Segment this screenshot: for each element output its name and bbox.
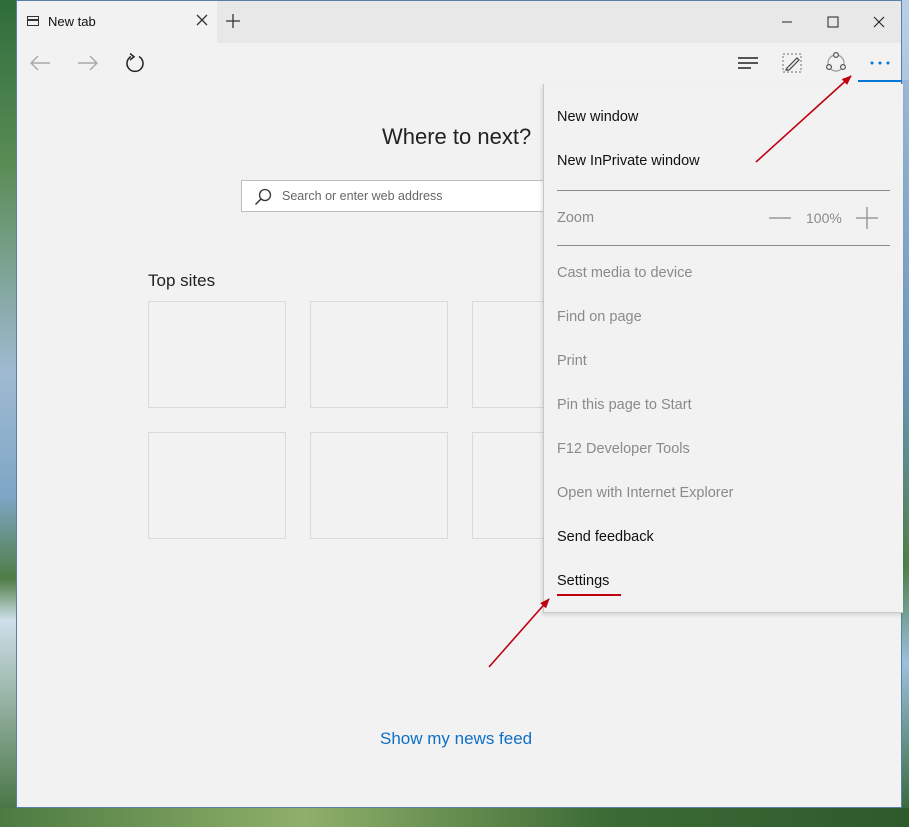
plus-icon	[856, 207, 878, 229]
hub-icon	[738, 57, 758, 69]
close-window-button[interactable]	[856, 1, 902, 43]
zoom-level: 100%	[806, 210, 842, 226]
menu-item-find-on-page[interactable]: Find on page	[557, 309, 642, 325]
plus-icon	[226, 14, 240, 28]
page-title: Where to next?	[382, 124, 532, 149]
web-note-button[interactable]	[777, 49, 807, 77]
close-icon	[196, 14, 208, 26]
web-note-icon	[782, 53, 802, 73]
maximize-icon	[827, 16, 839, 28]
close-tab-button[interactable]	[192, 11, 212, 31]
more-button[interactable]	[865, 49, 895, 77]
tab-title: New tab	[48, 14, 96, 29]
menu-item-new-window[interactable]: New window	[557, 109, 638, 125]
more-actions-menu: New window New InPrivate window Zoom 100…	[543, 84, 903, 613]
close-icon	[873, 16, 885, 28]
share-icon	[825, 52, 847, 72]
share-button[interactable]	[821, 49, 851, 77]
new-tab-button[interactable]	[223, 11, 243, 31]
tab-new-tab[interactable]: New tab	[17, 1, 217, 43]
show-news-feed-link[interactable]: Show my news feed	[380, 729, 532, 749]
menu-divider	[557, 190, 890, 191]
search-box[interactable]	[241, 180, 561, 212]
settings-annotation-underline	[557, 594, 621, 596]
top-site-tile[interactable]	[148, 432, 286, 539]
refresh-icon	[126, 53, 144, 73]
more-icon	[870, 61, 890, 65]
menu-item-developer-tools[interactable]: F12 Developer Tools	[557, 441, 690, 457]
desktop-wallpaper-bottom	[0, 808, 909, 827]
forward-icon	[78, 55, 98, 71]
zoom-in-button[interactable]	[856, 207, 878, 229]
menu-item-send-feedback[interactable]: Send feedback	[557, 529, 654, 545]
minimize-button[interactable]	[764, 1, 810, 43]
top-site-tile[interactable]	[148, 301, 286, 408]
desktop-wallpaper-left	[0, 0, 16, 827]
minus-icon	[769, 217, 791, 219]
top-site-tile[interactable]	[310, 432, 448, 539]
menu-item-print[interactable]: Print	[557, 353, 587, 369]
menu-item-cast-media[interactable]: Cast media to device	[557, 265, 692, 281]
toolbar	[17, 43, 901, 83]
menu-item-open-with-ie[interactable]: Open with Internet Explorer	[557, 485, 734, 501]
refresh-button[interactable]	[121, 49, 149, 77]
tab-page-icon	[27, 16, 39, 26]
menu-item-pin-to-start[interactable]: Pin this page to Start	[557, 397, 692, 413]
more-button-active-indicator	[858, 80, 902, 82]
zoom-out-button[interactable]	[769, 207, 791, 229]
browser-window: New tab Where to next? Search or enter w…	[16, 0, 903, 808]
search-input[interactable]	[282, 181, 552, 211]
title-bar: New tab	[17, 1, 901, 43]
menu-item-zoom-label: Zoom	[557, 210, 595, 226]
menu-item-settings[interactable]: Settings	[557, 573, 609, 589]
hub-button[interactable]	[733, 49, 763, 77]
minimize-icon	[782, 21, 792, 23]
forward-button[interactable]	[74, 49, 102, 77]
menu-item-new-inprivate-window[interactable]: New InPrivate window	[557, 153, 700, 169]
search-icon	[254, 188, 272, 210]
top-sites-heading: Top sites	[148, 271, 216, 290]
back-icon	[30, 55, 50, 71]
maximize-button[interactable]	[810, 1, 856, 43]
top-site-tile[interactable]	[310, 301, 448, 408]
back-button[interactable]	[26, 49, 54, 77]
menu-divider	[557, 245, 890, 246]
